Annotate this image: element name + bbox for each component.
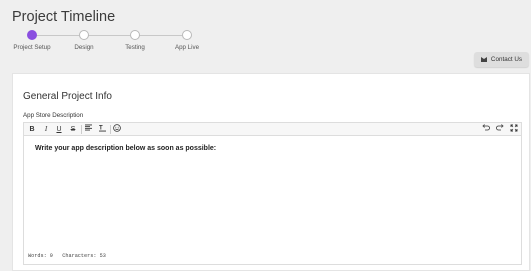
step-connector <box>88 35 130 36</box>
undo-icon[interactable] <box>481 124 491 135</box>
underline-button[interactable]: U <box>55 124 63 135</box>
page-title: Project Timeline <box>12 9 116 25</box>
step-app-live[interactable] <box>182 30 192 40</box>
step-label: App Live <box>174 44 200 51</box>
step-connector <box>139 35 182 36</box>
fullscreen-icon[interactable] <box>509 124 519 135</box>
contact-us-label: Contact Us <box>490 56 523 63</box>
field-label: App Store Description <box>23 112 84 119</box>
description-editor[interactable]: B I U S T Write your app description bel… <box>23 122 522 265</box>
step-label: Project Setup <box>13 44 51 51</box>
contact-us-button[interactable]: Contact Us <box>474 52 529 67</box>
italic-button[interactable]: I <box>42 124 50 135</box>
progress-stepper: Project Setup Design Testing App Live <box>0 28 240 56</box>
step-connector <box>36 35 79 36</box>
step-label: Testing <box>125 44 145 51</box>
redo-icon[interactable] <box>495 124 505 135</box>
word-count: Words: 9 Characters: 53 <box>28 253 106 259</box>
bold-button[interactable]: B <box>28 124 36 135</box>
strikethrough-button[interactable]: S <box>69 124 77 135</box>
project-info-card: General Project Info App Store Descripti… <box>12 73 530 271</box>
align-icon[interactable] <box>83 124 93 135</box>
step-testing[interactable] <box>130 30 140 40</box>
step-project-setup[interactable] <box>27 30 37 40</box>
section-title: General Project Info <box>23 91 112 102</box>
clear-format-icon[interactable]: T <box>97 124 107 135</box>
step-design[interactable] <box>79 30 89 40</box>
editor-content[interactable]: Write your app description below as soon… <box>35 145 216 152</box>
emoji-icon[interactable] <box>112 124 122 135</box>
step-label: Design <box>74 44 94 51</box>
toolbar-divider <box>81 125 82 134</box>
editor-toolbar: B I U S T <box>24 123 521 136</box>
envelope-icon <box>480 57 487 62</box>
toolbar-divider <box>110 125 111 134</box>
